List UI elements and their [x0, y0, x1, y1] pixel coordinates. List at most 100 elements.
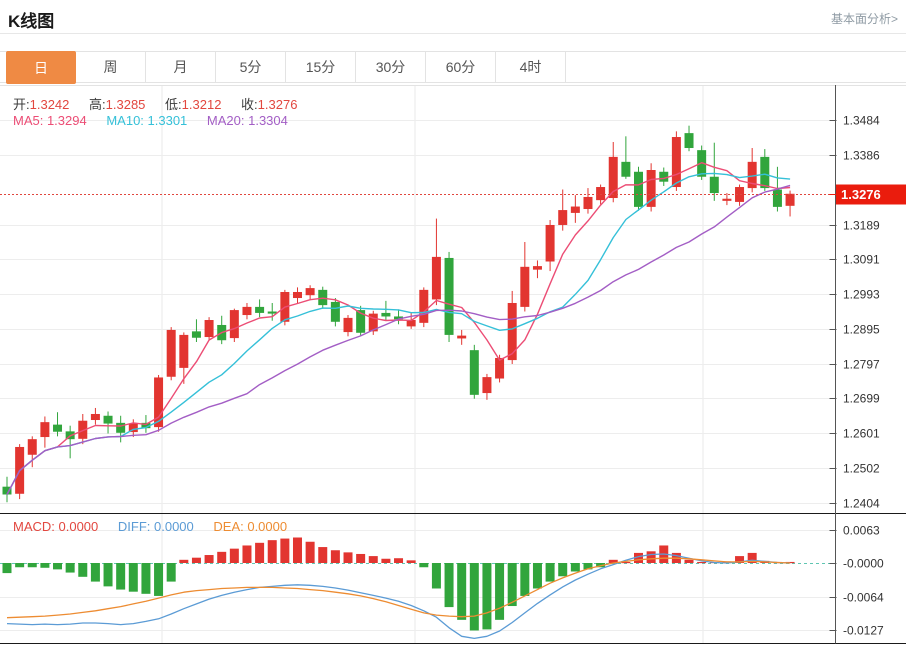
candle-body [116, 422, 126, 433]
candle-body [318, 289, 328, 306]
candle-body [760, 156, 770, 189]
price-axis-label: 1.3484 [843, 114, 880, 128]
candle-body [621, 161, 631, 177]
price-axis-label: 1.2699 [843, 392, 880, 406]
macd-bar [545, 563, 555, 582]
macd-header: MACD: 0.0000 DIFF: 0.0000 DEA: 0.0000 [13, 519, 303, 534]
high-value: 1.3285 [105, 97, 146, 112]
price-axis-label: 1.2895 [843, 323, 880, 337]
candle-body [457, 335, 467, 339]
macd-bar [191, 557, 201, 563]
candles-layer [2, 125, 795, 503]
macd-bar [78, 563, 88, 577]
candle-body [684, 133, 694, 149]
price-axis-label: 1.3189 [843, 219, 880, 233]
price-axis-label: 1.2502 [843, 462, 880, 476]
macd-bar [570, 563, 580, 572]
candle-body [381, 312, 391, 317]
ma20-line [6, 184, 791, 495]
macd-bar [40, 563, 50, 568]
macd-bar [343, 552, 353, 563]
macd-bar [507, 563, 517, 607]
candle-body [469, 350, 479, 395]
candle-body [532, 266, 542, 270]
macd-bar [520, 563, 530, 596]
candle-body [90, 413, 100, 421]
macd-axis-label: -0.0064 [843, 591, 884, 605]
candle-body [305, 288, 315, 296]
candle-body [343, 317, 353, 333]
macd-bar [406, 560, 416, 563]
ma10-value: MA10: 1.3301 [106, 113, 188, 128]
macd-bar [381, 558, 391, 563]
macd-bar [15, 563, 25, 568]
macd-bar [469, 563, 479, 631]
macd-bar [242, 545, 252, 563]
candle-body [646, 170, 656, 207]
macd-bar [646, 551, 656, 563]
price-axis-label: 1.2404 [843, 497, 880, 511]
current-price-badge-text: 1.3276 [841, 187, 881, 202]
candle-body [292, 291, 302, 299]
candle-body [520, 266, 530, 307]
candle-body [255, 306, 265, 313]
candle-body [27, 439, 37, 455]
macd-axis-label: -0.0127 [843, 624, 884, 638]
candle-body [103, 415, 113, 424]
price-axis-label: 1.2797 [843, 358, 880, 372]
candle-body [482, 377, 492, 394]
macd-bar [305, 541, 315, 563]
price-axis-label: 1.3386 [843, 149, 880, 163]
open-value: 1.3242 [29, 97, 70, 112]
macd-axis-label: -0.0000 [843, 557, 884, 571]
macd-bar [141, 563, 151, 594]
macd-bar [2, 563, 12, 574]
candle-body [545, 224, 555, 262]
dea-value: DEA: 0.0000 [213, 519, 288, 534]
macd-histogram [2, 537, 795, 631]
candle-body [431, 256, 441, 300]
ma5-line [6, 161, 791, 495]
macd-bar [267, 540, 277, 563]
macd-bar [27, 563, 37, 568]
macd-bar [431, 563, 441, 589]
macd-bar [457, 563, 467, 620]
high-label: 高: [89, 97, 106, 112]
macd-bar [53, 563, 63, 570]
candle-body [419, 289, 429, 323]
candle-body [558, 210, 568, 225]
candle-body [267, 311, 277, 314]
candle-body [242, 306, 252, 316]
macd-bar [103, 563, 113, 587]
macd-bar [116, 563, 126, 590]
macd-bar [419, 563, 429, 568]
diff-value: DIFF: 0.0000 [117, 519, 194, 534]
macd-bar [217, 551, 227, 563]
price-axis-label: 1.2993 [843, 288, 880, 302]
candle-body [722, 198, 732, 201]
ma20-value: MA20: 1.3304 [206, 113, 288, 128]
ma-header: MA5: 1.3294 MA10: 1.3301 MA20: 1.3304 [13, 113, 304, 128]
close-label: 收: [241, 97, 258, 112]
macd-bar [532, 563, 542, 589]
candle-body [40, 422, 50, 438]
macd-bar [558, 563, 568, 577]
macd-bar [318, 547, 328, 563]
candle-body [772, 189, 782, 207]
candle-body [179, 334, 189, 368]
macd-bar [229, 548, 239, 563]
macd-bar [394, 558, 404, 563]
open-label: 开: [13, 97, 30, 112]
candle-body [444, 257, 454, 335]
price-axis-label: 1.2601 [843, 427, 880, 441]
low-value: 1.3212 [181, 97, 222, 112]
macd-bar [154, 563, 164, 596]
ohlc-header: 开:1.3242 高:1.3285 低:1.3212 收:1.3276 [13, 94, 313, 113]
candle-body [583, 196, 593, 210]
macd-bar [255, 542, 265, 563]
candle-body [330, 301, 340, 322]
macd-value: MACD: 0.0000 [13, 519, 99, 534]
candle-body [596, 187, 606, 201]
macd-bar [280, 538, 290, 563]
macd-bar [179, 559, 189, 563]
